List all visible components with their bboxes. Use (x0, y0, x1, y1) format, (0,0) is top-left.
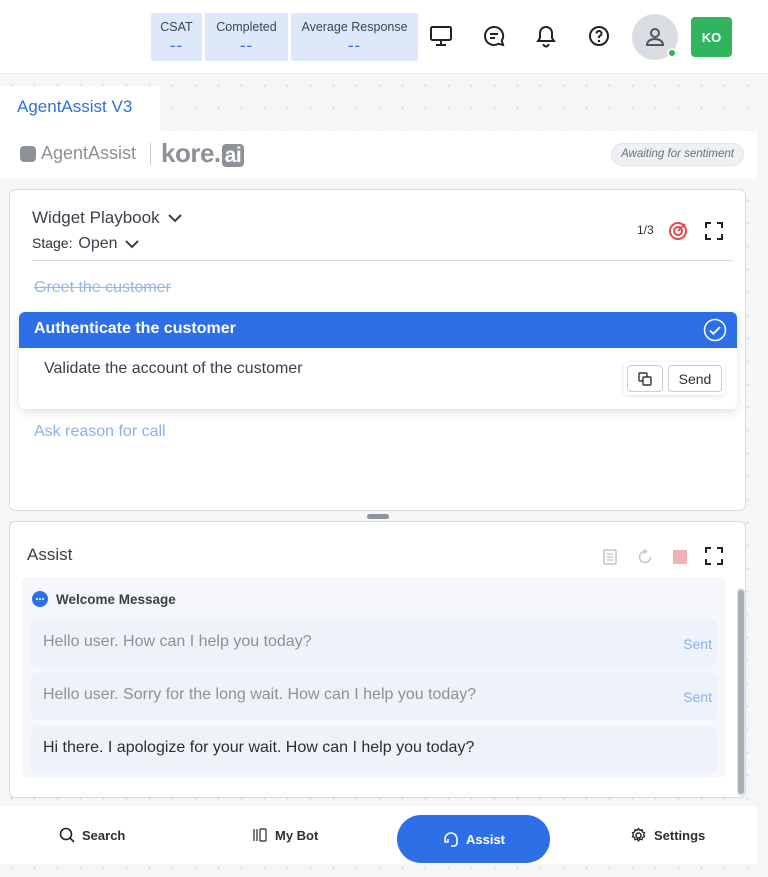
target-icon[interactable] (667, 220, 689, 242)
chat-bubble-icon (32, 591, 48, 607)
playbook-title: Widget Playbook (32, 208, 160, 227)
copy-button[interactable] (627, 365, 663, 392)
step-active-title: Authenticate the customer (34, 320, 236, 337)
step-active-card[interactable]: Authenticate the customer Validate the a… (19, 312, 737, 409)
stat-completed: Completed -- (205, 13, 288, 61)
stat-average-response: Average Response -- (291, 13, 418, 61)
message-item[interactable]: Hi there. I apologize for your wait. How… (31, 726, 717, 773)
profile-initials-button[interactable]: KO (691, 17, 732, 57)
nav-assist-label: Assist (465, 831, 506, 847)
assist-panel: Assist Welcome Message Hello user. How c… (9, 521, 746, 798)
stat-value: -- (239, 36, 254, 55)
online-status-dot (667, 48, 677, 58)
message-text: Hello user. How can I help you today? (43, 633, 312, 650)
stat-label: CSAT (160, 20, 193, 34)
kore-logo-text: kore (161, 138, 214, 168)
step-active-body: Validate the account of the customer (44, 360, 303, 377)
step-completed[interactable]: Greet the customer (34, 279, 171, 297)
top-bar: CSAT -- Completed -- Average Response --… (0, 0, 768, 74)
user-avatar[interactable] (632, 14, 678, 60)
nav-settings[interactable]: Settings (630, 806, 705, 864)
welcome-message-title: Welcome Message (56, 591, 176, 607)
kore-ai-logo: kore. ai (161, 138, 245, 169)
stat-value: -- (169, 36, 184, 55)
stop-icon[interactable] (669, 546, 691, 568)
message-text: Hello user. Sorry for the long wait. How… (43, 686, 477, 703)
panel-resize-handle[interactable] (367, 514, 389, 519)
bot-icon (253, 828, 267, 842)
message-text: Hi there. I apologize for your wait. How… (43, 739, 475, 756)
playbook-divider (32, 260, 733, 261)
nav-settings-label: Settings (654, 827, 706, 843)
brand-divider (150, 143, 151, 165)
agentassist-logo-icon (20, 145, 36, 162)
step-actions: Send (624, 362, 725, 395)
gear-icon (631, 826, 646, 842)
playbook-title-dropdown[interactable]: Widget Playbook (32, 208, 183, 228)
stage-value: Open (78, 235, 118, 252)
message-item[interactable]: Hello user. How can I help you today? Se… (31, 620, 717, 667)
ai-logo-text: ai (221, 144, 245, 167)
stat-label: Average Response (301, 20, 408, 34)
step-counter: 1/3 (637, 223, 654, 237)
step-active-header: Authenticate the customer (19, 312, 737, 348)
stat-label: Completed (216, 20, 277, 34)
message-item[interactable]: Hello user. Sorry for the long wait. How… (31, 673, 717, 720)
assist-title: Assist (27, 545, 73, 564)
stage-dropdown[interactable]: Stage: Open (32, 235, 140, 253)
copy-icon (638, 371, 652, 386)
agentassist-logo: AgentAssist (20, 143, 136, 164)
playbook-panel: Widget Playbook Stage: Open 1/3 Greet th… (9, 189, 746, 511)
sentiment-badge: Awaiting for sentiment (611, 143, 744, 166)
nav-search[interactable]: Search (59, 806, 125, 864)
stage-label: Stage: (32, 235, 73, 251)
agentassist-logo-text: AgentAssist (41, 143, 137, 163)
user-icon (645, 28, 665, 46)
welcome-message-header: Welcome Message (32, 591, 176, 607)
chevron-down-icon (125, 240, 140, 249)
message-status: Sent (683, 636, 712, 652)
refresh-icon[interactable] (634, 546, 656, 568)
app-tab[interactable]: AgentAssist V3 (0, 86, 160, 132)
step-next[interactable]: Ask reason for call (34, 423, 166, 441)
nav-my-bot[interactable]: My Bot (252, 806, 318, 864)
stat-value: -- (347, 36, 362, 55)
bell-icon[interactable] (532, 22, 560, 50)
message-status: Sent (683, 689, 712, 705)
brand-bar: AgentAssist kore. ai Awaiting for sentime… (0, 131, 757, 179)
stat-csat: CSAT -- (151, 13, 202, 61)
assist-icon (444, 831, 458, 847)
expand-icon[interactable] (703, 220, 725, 242)
nav-assist[interactable]: Assist (397, 815, 550, 863)
chat-icon[interactable] (480, 22, 508, 50)
scrollbar-thumb[interactable] (738, 590, 744, 794)
search-icon (59, 827, 75, 843)
send-button[interactable]: Send (668, 365, 722, 392)
nav-search-label: Search (82, 827, 126, 843)
expand-icon[interactable] (703, 545, 725, 567)
nav-my-bot-label: My Bot (275, 827, 319, 843)
assist-content: Welcome Message Hello user. How can I he… (22, 577, 726, 777)
document-icon[interactable] (599, 546, 621, 568)
monitor-icon[interactable] (427, 22, 455, 50)
help-icon[interactable] (585, 22, 613, 50)
chevron-down-icon (168, 214, 183, 223)
check-circle-icon[interactable] (703, 318, 727, 342)
bottom-nav: Search My Bot Assist Settings (0, 806, 757, 864)
